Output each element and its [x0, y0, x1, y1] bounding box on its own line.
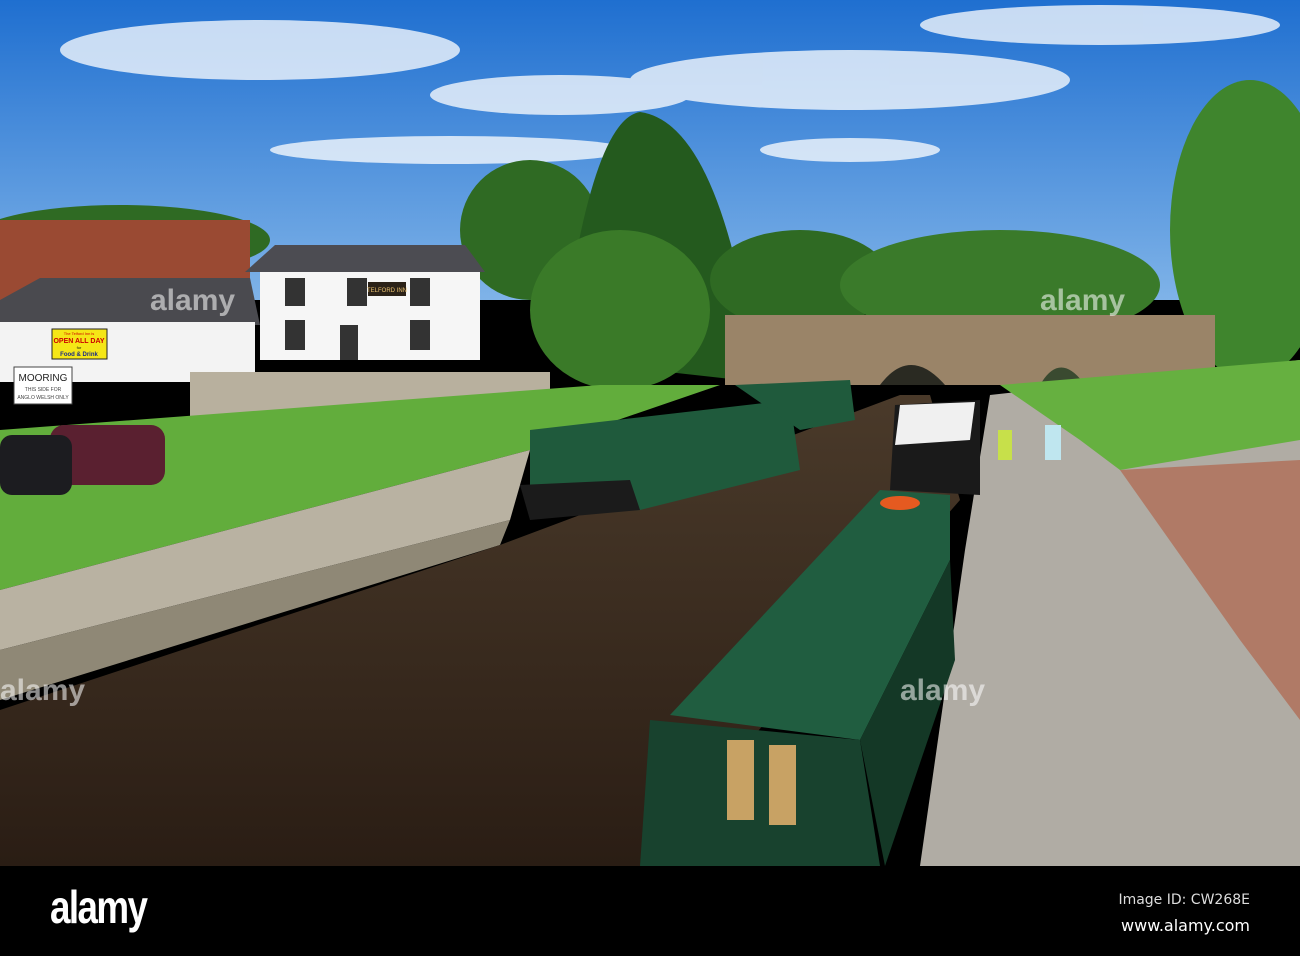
image-id: Image ID: CW268E: [1118, 892, 1250, 908]
alamy-logo: alamy: [50, 881, 148, 933]
watermark-text: alamy: [900, 674, 985, 707]
watermark-text: alamy: [150, 284, 235, 317]
canal-photo: TELFORD INN The Telford Inn is OPEN ALL …: [0, 0, 1300, 956]
person: [998, 430, 1012, 460]
person: [1045, 425, 1061, 460]
mooring-line1: THIS SIDE FOR: [25, 387, 62, 393]
mooring-title: MOORING: [19, 373, 68, 384]
watermark-footer: alamy Image ID: CW268E www.alamy.com: [0, 866, 1300, 956]
banner-main-text: OPEN ALL DAY: [53, 338, 104, 345]
site-url: www.alamy.com: [1121, 916, 1250, 935]
banner-bottom-text: Food & Drink: [60, 352, 98, 358]
canal-scene: TELFORD INN The Telford Inn is OPEN ALL …: [0, 0, 1300, 866]
watermark-text: alamy: [0, 674, 85, 707]
banner-for-text: for: [77, 345, 82, 350]
mooring-sign: MOORING THIS SIDE FOR ANGLO WELSH ONLY: [13, 366, 73, 405]
inn-name-sign: TELFORD INN: [367, 288, 407, 294]
mooring-line2: ANGLO WELSH ONLY: [17, 395, 69, 401]
parked-car: [0, 435, 72, 495]
watermark-text: alamy: [1040, 284, 1125, 317]
banner-top-text: The Telford Inn is: [64, 331, 95, 336]
